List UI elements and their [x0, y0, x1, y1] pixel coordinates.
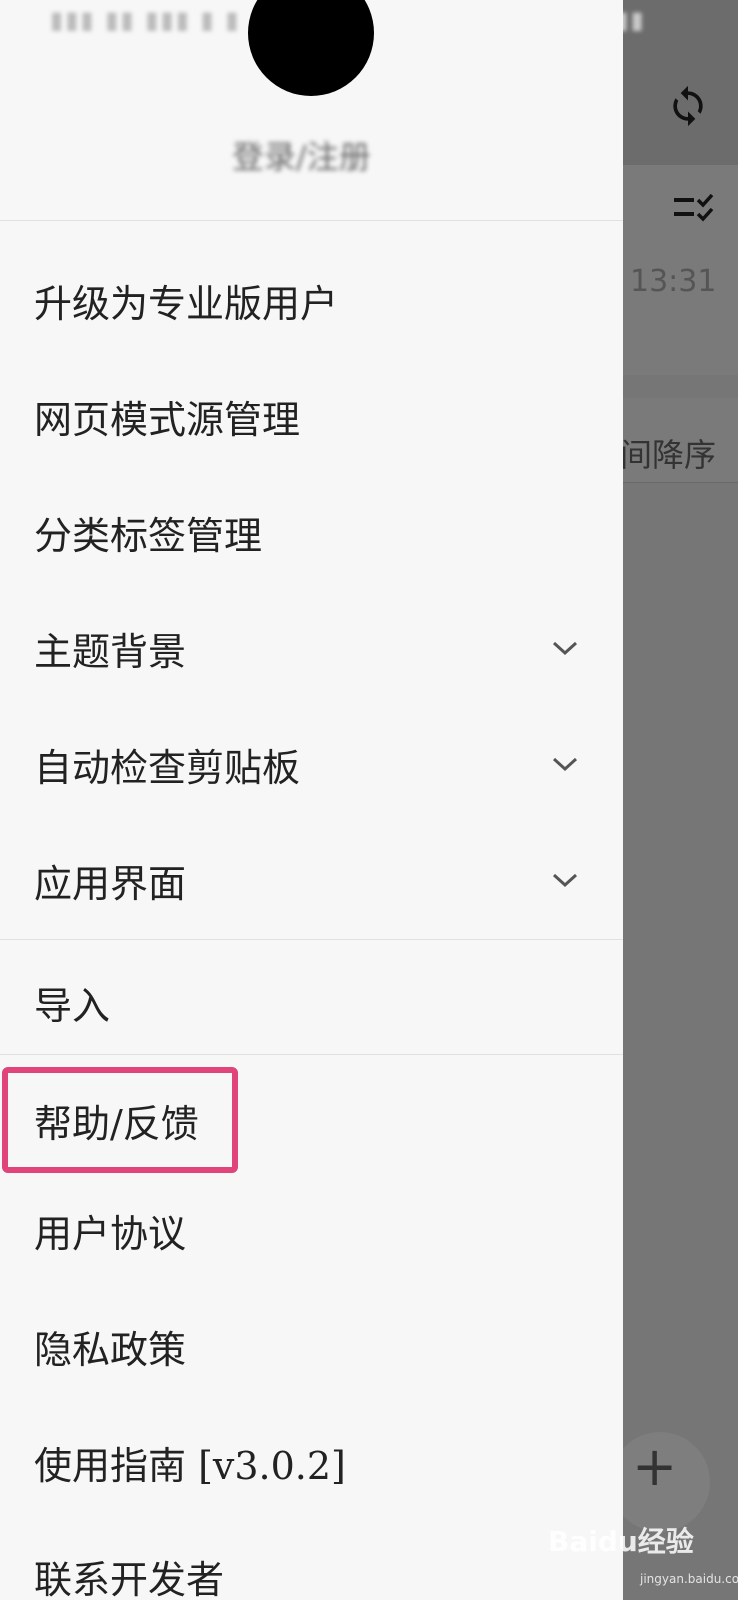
- menu-item-label: 自动检查剪贴板: [34, 745, 301, 790]
- background-sort-label: 间降序: [620, 436, 717, 474]
- menu-item-auto-clipboard[interactable]: 自动检查剪贴板: [0, 706, 623, 822]
- menu-divider: [0, 1054, 623, 1055]
- status-bar-left-blurred: ▮▮▮ ▮▮ ▮▮▮ ▮ ▮: [50, 6, 241, 34]
- menu-item-contact-developer[interactable]: 联系开发者: [0, 1518, 623, 1600]
- menu-item-label: 应用界面: [34, 861, 187, 906]
- header-divider: [0, 220, 623, 221]
- chevron-down-icon: [552, 641, 578, 656]
- menu-item-label: 使用指南 [v3.0.2]: [34, 1443, 346, 1488]
- navigation-drawer: ▮▮▮ ▮▮ ▮▮▮ ▮ ▮ 登录/注册 升级为专业版用户 网页模式源管理 分类…: [0, 0, 623, 1600]
- menu-item-label: 用户协议: [34, 1211, 187, 1256]
- menu-item-category-tags[interactable]: 分类标签管理: [0, 474, 623, 590]
- menu-item-label: 主题背景: [34, 629, 187, 674]
- menu-item-user-agreement[interactable]: 用户协议: [0, 1172, 623, 1288]
- menu-divider: [0, 939, 623, 940]
- add-icon: +: [632, 1435, 678, 1498]
- menu-item-label: 隐私政策: [34, 1327, 187, 1372]
- menu-item-web-source-manage[interactable]: 网页模式源管理: [0, 358, 623, 474]
- chevron-down-icon: [552, 873, 578, 888]
- menu-item-label: 升级为专业版用户: [34, 281, 339, 326]
- checklist-icon: [674, 193, 714, 222]
- menu-item-label: 联系开发者: [34, 1557, 225, 1600]
- menu-item-label: 分类标签管理: [34, 513, 263, 558]
- menu-item-label: 导入: [34, 983, 111, 1028]
- chevron-down-icon: [552, 757, 578, 772]
- menu-item-label: 网页模式源管理: [34, 397, 301, 442]
- baidu-watermark-logo: Baidu经验: [548, 1525, 694, 1558]
- menu-item-import[interactable]: 导入: [0, 944, 623, 1060]
- menu-item-upgrade-pro[interactable]: 升级为专业版用户: [0, 242, 623, 358]
- login-register-link[interactable]: 登录/注册: [232, 132, 371, 178]
- background-item-time: 13:31: [630, 264, 717, 299]
- highlight-annotation-box: [2, 1067, 238, 1173]
- screen: 13:31 间降序 + ▮▮ ▮▮▮ ▮▮ ▮▮ ▮▮▮ ▮▮ ▮▮▮ ▮ ▮ …: [0, 0, 738, 1600]
- menu-item-user-guide[interactable]: 使用指南 [v3.0.2]: [0, 1404, 623, 1520]
- menu-item-app-interface[interactable]: 应用界面: [0, 822, 623, 938]
- baidu-watermark-url: jingyan.baidu.com: [640, 1572, 738, 1586]
- menu-item-privacy-policy[interactable]: 隐私政策: [0, 1288, 623, 1404]
- avatar[interactable]: [248, 0, 374, 96]
- sync-icon: [673, 85, 703, 127]
- menu-item-theme-background[interactable]: 主题背景: [0, 590, 623, 706]
